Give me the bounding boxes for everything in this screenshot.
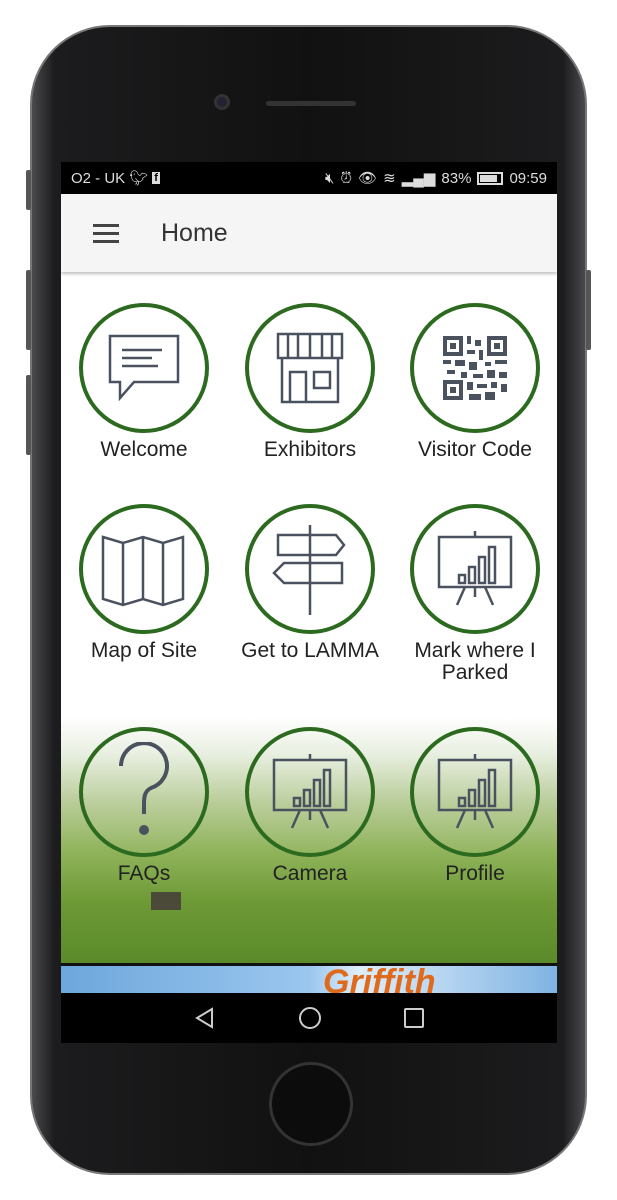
- mute-icon: 🔇︎: [324, 169, 335, 187]
- twitter-icon: 🐦︎: [129, 170, 149, 187]
- tile-mark-where-parked[interactable]: Mark where I Parked: [400, 504, 550, 684]
- earpiece-speaker: [266, 101, 356, 106]
- tile-map-of-site[interactable]: Map of Site: [69, 504, 219, 662]
- battery-icon: [477, 171, 504, 185]
- eye-icon: 👁︎: [358, 170, 378, 187]
- hamburger-icon[interactable]: [93, 223, 119, 243]
- facebook-icon: f: [152, 172, 160, 184]
- tile-label: Camera: [272, 862, 348, 885]
- mute-switch: [26, 170, 31, 210]
- volume-down-button: [26, 375, 31, 455]
- tile-exhibitors[interactable]: Exhibitors: [235, 303, 385, 461]
- front-camera: [214, 94, 230, 110]
- presentation-chart-icon: [272, 754, 348, 829]
- clock: 09:59: [509, 169, 547, 187]
- tile-label: Visitor Code: [417, 438, 532, 461]
- app-bar: Home: [61, 194, 557, 272]
- question-mark-icon: [119, 742, 169, 835]
- signal-icon: ▂▄▆: [401, 170, 436, 187]
- chat-bubble-icon: [108, 334, 180, 402]
- screen: O2 - UK 🐦︎ f 🔇︎ ⏰︎ 👁︎ ≋ ▂▄▆ 83% 09:59 Ho…: [61, 162, 557, 1043]
- tile-faqs[interactable]: FAQs: [69, 727, 219, 885]
- signpost-icon: [272, 525, 346, 615]
- battery-level: 83%: [441, 169, 472, 187]
- presentation-chart-icon: [437, 531, 513, 606]
- tile-label: Map of Site: [90, 639, 198, 662]
- storefront-icon: [276, 332, 344, 404]
- tile-label: Welcome: [100, 438, 188, 461]
- tile-get-to-lamma[interactable]: Get to LAMMA: [235, 504, 385, 662]
- alarm-icon: ⏰︎: [340, 169, 353, 187]
- home-icon[interactable]: [297, 1005, 323, 1031]
- tile-label: Get to LAMMA: [241, 639, 379, 662]
- tile-camera[interactable]: Camera: [235, 727, 385, 885]
- presentation-chart-icon: [437, 754, 513, 829]
- recents-icon[interactable]: [403, 1007, 425, 1029]
- qr-code-icon: [443, 336, 507, 400]
- power-button: [586, 270, 591, 350]
- ad-banner[interactable]: Griffith: [61, 963, 557, 993]
- page-title: Home: [161, 218, 228, 247]
- tile-label: Exhibitors: [263, 438, 357, 461]
- tile-label: Profile: [445, 862, 505, 885]
- carrier: O2 - UK: [71, 169, 126, 187]
- home-button[interactable]: [269, 1062, 353, 1146]
- ad-banner-text: Griffith: [323, 963, 436, 993]
- tile-welcome[interactable]: Welcome: [69, 303, 219, 461]
- volume-up-button: [26, 270, 31, 350]
- tile-label: Mark where I Parked: [414, 639, 536, 684]
- tile-visitor-code[interactable]: Visitor Code: [400, 303, 550, 461]
- back-icon[interactable]: [193, 1006, 217, 1030]
- tile-profile[interactable]: Profile: [400, 727, 550, 885]
- tile-label: FAQs: [117, 862, 171, 885]
- status-bar: O2 - UK 🐦︎ f 🔇︎ ⏰︎ 👁︎ ≋ ▂▄▆ 83% 09:59: [61, 162, 557, 194]
- wifi-icon: ≋: [383, 170, 396, 187]
- android-nav-bar: [61, 993, 557, 1043]
- folded-map-icon: [101, 535, 185, 607]
